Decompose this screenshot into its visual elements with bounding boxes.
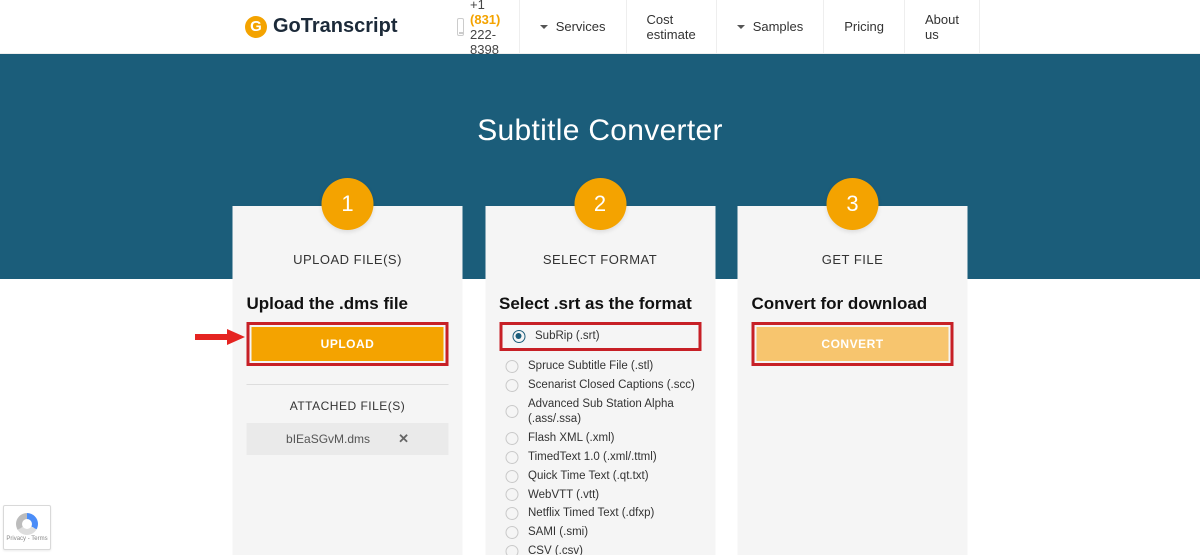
attached-file-name: bIEaSGvM.dms [286,432,370,446]
nav-label: Cost estimate [647,12,696,42]
format-label: SubRip (.srt) [535,329,600,344]
nav-item-samples[interactable]: Samples [716,0,824,53]
format-label: Scenarist Closed Captions (.scc) [528,378,695,393]
upload-heading: Upload the .dms file [247,294,449,314]
phone-accent: (831) [470,12,500,27]
upload-button[interactable]: UPLOAD [252,327,444,361]
convert-button-highlight: CONVERT [752,322,954,366]
format-label: Quick Time Text (.qt.txt) [528,469,649,484]
radio-icon [505,379,518,392]
page-title: Subtitle Converter [0,54,1200,148]
convert-panel: Convert for download CONVERT [738,280,968,555]
nav-label: Services [556,19,606,34]
step-title: GET FILE [752,252,954,267]
radio-icon [512,330,525,343]
phone-icon [457,18,464,36]
step-title: SELECT FORMAT [499,252,701,267]
radio-icon [505,360,518,373]
recaptcha-icon [16,513,38,535]
upload-panel: Upload the .dms file UPLOAD ATTACHED FIL… [233,280,463,555]
radio-icon [505,488,518,501]
attached-file-row: bIEaSGvM.dms ✕ [247,423,449,455]
nav-label: Samples [753,19,804,34]
nav-item-pricing[interactable]: Pricing [823,0,904,53]
convert-button[interactable]: CONVERT [757,327,949,361]
phone-number[interactable]: +1 (831) 222-8398 [457,0,518,57]
brand-name: GoTranscript [273,15,397,38]
attached-files-title: ATTACHED FILE(S) [247,384,449,413]
nav-item-services[interactable]: Services [519,0,626,53]
format-heading: Select .srt as the format [499,294,701,314]
format-option[interactable]: Flash XML (.xml) [499,429,701,448]
main-nav: Services Cost estimate Samples Pricing About… [519,0,1200,53]
format-option[interactable]: Spruce Subtitle File (.stl) [499,357,701,376]
format-option[interactable]: Scenarist Closed Captions (.scc) [499,376,701,395]
panels-row: Upload the .dms file UPLOAD ATTACHED FIL… [233,280,968,555]
format-label: Flash XML (.xml) [528,431,614,446]
nav-item-cost-estimate[interactable]: Cost estimate [626,0,716,53]
header: G GoTranscript +1 (831) 222-8398 Service… [0,0,1200,54]
brand-logo[interactable]: G GoTranscript [245,15,397,38]
radio-icon [505,545,518,555]
format-option[interactable]: TimedText 1.0 (.xml/.ttml) [499,448,701,467]
format-options-list: SubRip (.srt) Spruce Subtitle File (.stl)… [499,322,701,555]
radio-icon [505,432,518,445]
logo-icon: G [245,16,267,38]
instruction-arrow [195,330,245,344]
format-option[interactable]: SAMI (.smi) [499,523,701,542]
nav-label: About us [925,12,959,42]
format-label: Netflix Timed Text (.dfxp) [528,506,654,521]
step-badge: 3 [827,178,879,230]
format-option[interactable]: Advanced Sub Station Alpha (.ass/.ssa) [499,395,701,429]
radio-icon [505,470,518,483]
nav-label: Pricing [844,19,884,34]
step-badge: 1 [322,178,374,230]
format-panel: Select .srt as the format SubRip (.srt)S… [485,280,715,555]
chevron-down-icon [540,25,548,29]
format-option[interactable]: WebVTT (.vtt) [499,486,701,505]
step-badge: 2 [574,178,626,230]
recaptcha-badge[interactable]: Privacy - Terms [3,505,51,550]
step-title: UPLOAD FILE(S) [247,252,449,267]
recaptcha-text: Privacy - Terms [6,536,47,542]
format-label: SAMI (.smi) [528,525,588,540]
format-label: TimedText 1.0 (.xml/.ttml) [528,450,657,465]
format-option[interactable]: Netflix Timed Text (.dfxp) [499,504,701,523]
format-label: Spruce Subtitle File (.stl) [528,359,653,374]
nav-item-about-us[interactable]: About us [904,0,980,53]
format-label: Advanced Sub Station Alpha (.ass/.ssa) [528,397,695,427]
format-label: WebVTT (.vtt) [528,488,599,503]
phone-prefix: +1 [470,0,485,12]
format-option[interactable]: SubRip (.srt) [506,327,694,346]
phone-rest: 222-8398 [470,27,499,57]
remove-file-button[interactable]: ✕ [398,431,409,447]
chevron-down-icon [737,25,745,29]
radio-icon [505,526,518,539]
radio-icon [505,507,518,520]
format-selected-highlight: SubRip (.srt) [499,322,701,351]
radio-icon [505,405,518,418]
convert-heading: Convert for download [752,294,954,314]
format-label: CSV (.csv) [528,544,583,555]
radio-icon [505,451,518,464]
format-option[interactable]: CSV (.csv) [499,542,701,555]
format-option[interactable]: Quick Time Text (.qt.txt) [499,467,701,486]
upload-button-highlight: UPLOAD [247,322,449,366]
